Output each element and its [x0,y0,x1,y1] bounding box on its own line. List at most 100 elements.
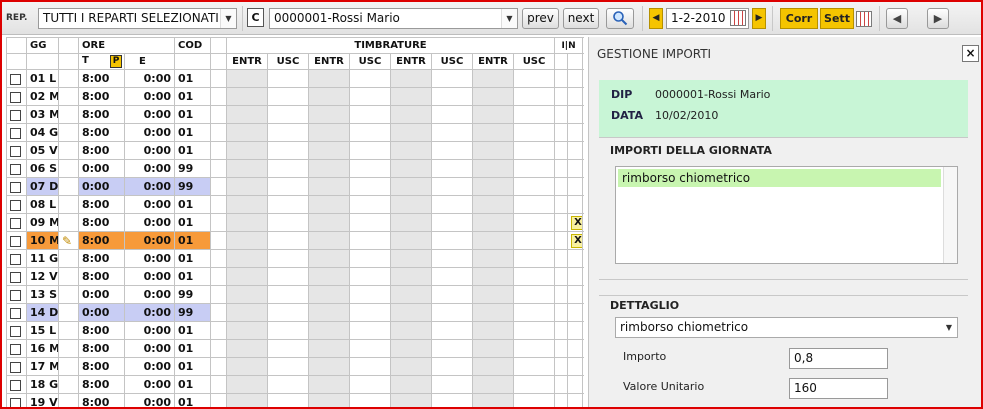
stamp-cell[interactable] [267,267,310,286]
stamp-cell[interactable] [513,213,556,232]
stamp-cell[interactable] [513,375,556,394]
stamp-cell[interactable] [431,87,474,106]
stamp-cell[interactable] [349,87,392,106]
close-button[interactable]: × [962,45,979,62]
stamp-cell[interactable] [472,267,515,286]
stamp-cell[interactable] [267,105,310,124]
stamp-cell[interactable] [472,393,515,407]
stamp-cell[interactable] [226,69,269,88]
row-checkbox[interactable] [10,271,21,283]
stamp-cell[interactable] [472,87,515,106]
table-row[interactable]: 19 V 8:00 0:00 01 [6,393,584,407]
stamp-cell[interactable] [390,375,433,394]
stamp-cell[interactable] [390,285,433,304]
stamp-cell[interactable] [226,231,269,250]
stamp-cell[interactable] [349,195,392,214]
stamp-cell[interactable] [513,87,556,106]
employee-select[interactable]: 0000001-Rossi Mario ▼ [269,8,518,29]
stamp-cell[interactable] [308,267,351,286]
stamp-cell[interactable] [431,375,474,394]
stamp-cell[interactable] [349,357,392,376]
stamp-cell[interactable] [390,141,433,160]
stamp-cell[interactable] [267,141,310,160]
stamp-cell[interactable] [267,339,310,358]
stamp-cell[interactable] [390,213,433,232]
table-row[interactable]: 13 S 0:00 0:00 99 [6,285,584,304]
stamp-cell[interactable] [349,393,392,407]
row-checkbox[interactable] [10,181,21,193]
stamp-cell[interactable] [431,195,474,214]
stamp-cell[interactable] [267,357,310,376]
stamp-cell[interactable] [267,249,310,268]
stamp-cell[interactable] [390,105,433,124]
stamp-cell[interactable] [472,105,515,124]
stamp-cell[interactable] [308,213,351,232]
importo-input[interactable]: 0,8 [789,348,888,369]
forward-button[interactable]: ▶ [927,8,949,29]
stamp-cell[interactable] [308,285,351,304]
x-marker[interactable]: X [571,216,582,230]
stamp-cell[interactable] [267,195,310,214]
row-checkbox[interactable] [10,109,21,121]
stamp-cell[interactable] [267,159,310,178]
reparti-select[interactable]: TUTTI I REPARTI SELEZIONATI ▼ [38,8,237,29]
list-item[interactable]: rimborso chiometrico [618,169,941,187]
stamp-cell[interactable] [513,285,556,304]
row-checkbox[interactable] [10,217,21,229]
stamp-cell[interactable] [513,159,556,178]
stamp-cell[interactable] [390,69,433,88]
stamp-cell[interactable] [226,177,269,196]
stamp-cell[interactable] [472,303,515,322]
stamp-cell[interactable] [349,285,392,304]
stamp-cell[interactable] [390,357,433,376]
stamp-cell[interactable] [513,231,556,250]
stamp-cell[interactable] [390,303,433,322]
stamp-cell[interactable] [513,123,556,142]
table-row[interactable]: 01 L 8:00 0:00 01 [6,69,584,88]
stamp-cell[interactable] [349,339,392,358]
stamp-cell[interactable] [431,267,474,286]
date-back-button[interactable]: ◀ [649,8,663,29]
stamp-cell[interactable] [226,339,269,358]
row-checkbox[interactable] [10,127,21,139]
stamp-cell[interactable] [513,393,556,407]
stamp-cell[interactable] [226,249,269,268]
stamp-cell[interactable] [431,339,474,358]
table-row[interactable]: 14 D 0:00 0:00 99 [6,303,584,322]
row-checkbox[interactable] [10,163,21,175]
prev-button[interactable]: prev [522,8,559,29]
stamp-cell[interactable] [267,375,310,394]
stamp-cell[interactable] [349,123,392,142]
stamp-cell[interactable] [431,321,474,340]
stamp-cell[interactable] [472,375,515,394]
stamp-cell[interactable] [226,159,269,178]
stamp-cell[interactable] [472,123,515,142]
stamp-cell[interactable] [513,69,556,88]
stamp-cell[interactable] [513,249,556,268]
stamp-cell[interactable] [472,69,515,88]
table-row[interactable]: 03 M 8:00 0:00 01 [6,105,584,124]
stamp-cell[interactable] [472,285,515,304]
table-row[interactable]: 15 L 8:00 0:00 01 [6,321,584,340]
stamp-cell[interactable] [308,357,351,376]
stamp-cell[interactable] [431,357,474,376]
stamp-cell[interactable] [390,195,433,214]
stamp-cell[interactable] [349,249,392,268]
stamp-cell[interactable] [308,159,351,178]
stamp-cell[interactable] [472,141,515,160]
table-row[interactable]: 07 D 0:00 0:00 99 [6,177,584,196]
stamp-cell[interactable] [431,303,474,322]
next-button[interactable]: next [563,8,599,29]
table-row[interactable]: 06 S 0:00 0:00 99 [6,159,584,178]
stamp-cell[interactable] [513,321,556,340]
stamp-cell[interactable] [349,375,392,394]
stamp-cell[interactable] [390,267,433,286]
stamp-cell[interactable] [226,375,269,394]
valore-unitario-input[interactable]: 160 [789,378,888,399]
table-row[interactable]: 02 M 8:00 0:00 01 [6,87,584,106]
stamp-cell[interactable] [390,123,433,142]
stamp-cell[interactable] [226,267,269,286]
stamp-cell[interactable] [431,141,474,160]
table-row[interactable]: 12 V 8:00 0:00 01 [6,267,584,286]
c-checkbox[interactable]: C [247,8,264,27]
